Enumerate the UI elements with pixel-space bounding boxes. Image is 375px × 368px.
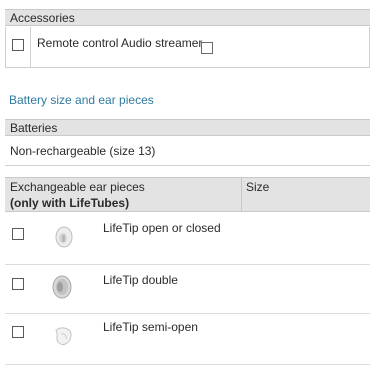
batteries-bottom-border [5, 165, 370, 166]
row-divider-1 [5, 264, 370, 265]
lifetip-open-label: LifeTip open or closed [103, 221, 221, 235]
accessories-bottom-border [5, 67, 370, 68]
accessory-label: Remote control Audio streamer [37, 36, 203, 50]
lifetip-double-checkbox[interactable] [12, 278, 24, 290]
accessories-divider [30, 27, 31, 67]
lifetip-open-checkbox[interactable] [12, 228, 24, 240]
ear-pieces-header-line2: (only with LifeTubes) [10, 196, 130, 210]
lifetip-double-label: LifeTip double [103, 273, 178, 287]
ear-pieces-header: Exchangeable ear pieces (only with LifeT… [5, 177, 370, 212]
size-column-header: Size [246, 180, 270, 194]
accessories-left-border [5, 27, 6, 67]
lifetip-semi-open-checkbox[interactable] [12, 326, 24, 338]
row-divider-3 [5, 364, 370, 365]
ear-pieces-header-line1: Exchangeable ear pieces [10, 180, 145, 194]
batteries-header-label: Batteries [10, 121, 58, 135]
accessories-right-border [369, 27, 370, 67]
lifetip-semi-open-label: LifeTip semi-open [103, 320, 198, 334]
battery-section-title: Battery size and ear pieces [9, 93, 154, 107]
batteries-header: Batteries [5, 119, 370, 136]
lifetip-open-icon [55, 226, 73, 248]
lifetip-semi-open-icon [55, 327, 72, 345]
remote-control-checkbox[interactable] [12, 39, 24, 51]
size-column-divider [241, 177, 242, 212]
accessories-header-label: Accessories [10, 11, 75, 25]
batteries-value: Non-rechargeable (size 13) [10, 144, 156, 158]
accessories-header: Accessories [5, 9, 370, 26]
row-divider-2 [5, 313, 370, 314]
lifetip-double-icon [52, 275, 72, 299]
audio-streamer-checkbox[interactable] [201, 42, 213, 54]
